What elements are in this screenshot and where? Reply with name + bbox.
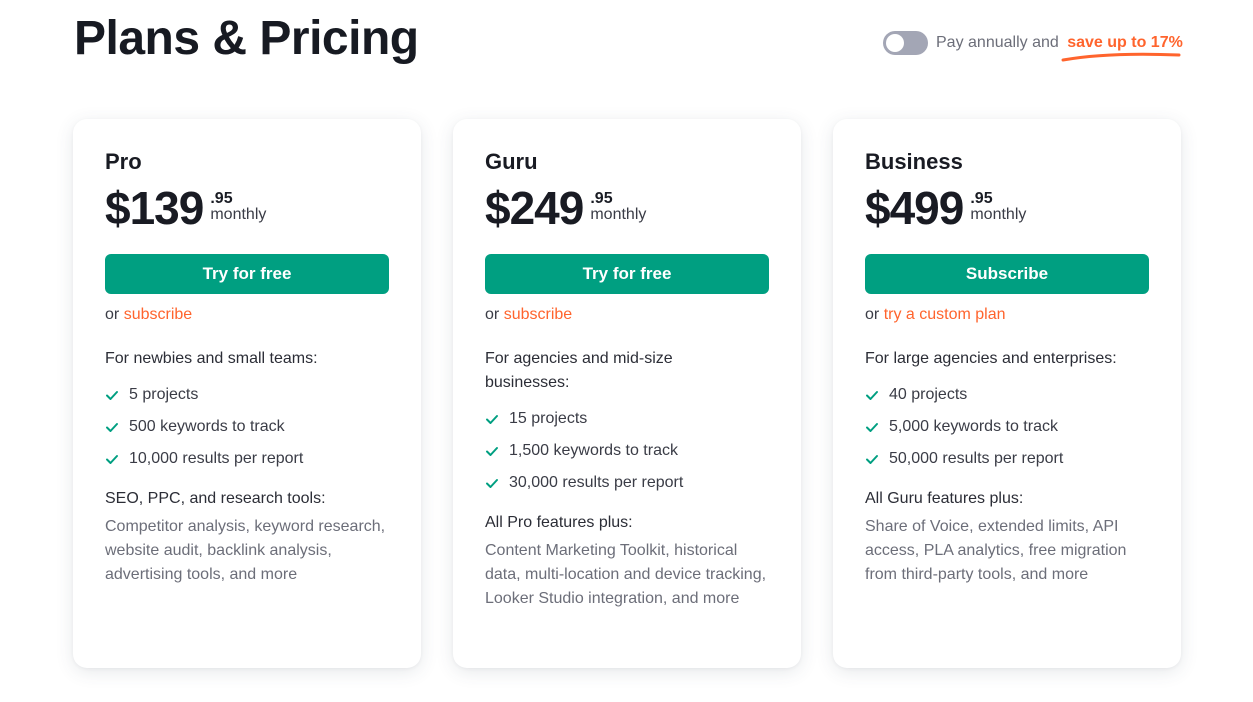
feature-item: 15 projects bbox=[485, 403, 769, 435]
alt-action-row: or subscribe bbox=[105, 304, 389, 326]
feature-group-description: Content Marketing Toolkit, historical da… bbox=[485, 542, 767, 607]
plan-cards: Pro $139 .95 monthly Try for free or sub… bbox=[73, 119, 1181, 668]
feature-item: 5,000 keywords to track bbox=[865, 411, 1149, 443]
feature-group-title: All Pro features plus: bbox=[485, 514, 633, 531]
feature-text: 50,000 results per report bbox=[889, 450, 1064, 467]
feature-group-title: All Guru features plus: bbox=[865, 490, 1024, 507]
price-cents: .95 bbox=[210, 190, 233, 207]
plan-card-business: Business $499 .95 monthly Subscribe or t… bbox=[833, 119, 1181, 668]
feature-text: 5,000 keywords to track bbox=[889, 418, 1058, 435]
feature-item: 10,000 results per report bbox=[105, 443, 389, 475]
feature-text: 30,000 results per report bbox=[509, 474, 684, 491]
feature-list: 5 projects 500 keywords to track 10,000 … bbox=[105, 379, 389, 475]
price-dollars: $249 bbox=[485, 182, 584, 234]
plan-card-guru: Guru $249 .95 monthly Try for free or su… bbox=[453, 119, 801, 668]
plan-audience: For agencies and mid-size businesses: bbox=[485, 350, 673, 391]
feature-text: 10,000 results per report bbox=[129, 450, 304, 467]
plan-audience: For large agencies and enterprises: bbox=[865, 350, 1117, 367]
check-icon bbox=[866, 391, 878, 400]
annual-billing-text: Pay annually and bbox=[936, 34, 1059, 51]
price-period: monthly bbox=[590, 206, 647, 223]
price-dollars: $499 bbox=[865, 182, 964, 234]
check-icon bbox=[106, 455, 118, 464]
price-period: monthly bbox=[970, 206, 1027, 223]
feature-list: 15 projects 1,500 keywords to track 30,0… bbox=[485, 403, 769, 499]
alt-prefix: or bbox=[865, 306, 880, 323]
annual-billing-toggle[interactable] bbox=[883, 31, 928, 55]
check-icon bbox=[866, 455, 878, 464]
alt-prefix: or bbox=[485, 306, 500, 323]
feature-item: 5 projects bbox=[105, 379, 389, 411]
custom-plan-link[interactable]: try a custom plan bbox=[884, 306, 1006, 323]
alt-prefix: or bbox=[105, 306, 120, 323]
subscribe-link[interactable]: subscribe bbox=[124, 306, 192, 323]
feature-list: 40 projects 5,000 keywords to track 50,0… bbox=[865, 379, 1149, 475]
check-icon bbox=[486, 479, 498, 488]
feature-item: 40 projects bbox=[865, 379, 1149, 411]
toggle-knob bbox=[886, 34, 904, 52]
feature-text: 1,500 keywords to track bbox=[509, 442, 678, 459]
feature-group-title: SEO, PPC, and research tools: bbox=[105, 490, 326, 507]
plan-price: $249 .95 monthly bbox=[485, 183, 769, 235]
price-cents: .95 bbox=[970, 190, 993, 207]
feature-text: 15 projects bbox=[509, 410, 588, 427]
check-icon bbox=[106, 423, 118, 432]
feature-text: 500 keywords to track bbox=[129, 418, 285, 435]
plan-name: Business bbox=[865, 149, 963, 174]
annual-billing-label: Pay annually and save up to 17% bbox=[936, 34, 1183, 62]
feature-item: 50,000 results per report bbox=[865, 443, 1149, 475]
subscribe-link[interactable]: subscribe bbox=[504, 306, 572, 323]
plan-price: $139 .95 monthly bbox=[105, 183, 389, 235]
check-icon bbox=[486, 447, 498, 456]
plan-price: $499 .95 monthly bbox=[865, 183, 1149, 235]
plan-card-pro: Pro $139 .95 monthly Try for free or sub… bbox=[73, 119, 421, 668]
price-details: .95 monthly bbox=[210, 191, 266, 223]
try-for-free-button[interactable]: Try for free bbox=[485, 254, 769, 294]
price-cents: .95 bbox=[590, 190, 613, 207]
annual-billing-toggle-row: Pay annually and save up to 17% bbox=[883, 30, 1183, 62]
plan-name: Guru bbox=[485, 149, 538, 174]
check-icon bbox=[866, 423, 878, 432]
savings-highlight: save up to 17% bbox=[1061, 34, 1183, 62]
price-details: .95 monthly bbox=[970, 191, 1026, 223]
feature-item: 1,500 keywords to track bbox=[485, 435, 769, 467]
try-for-free-button[interactable]: Try for free bbox=[105, 254, 389, 294]
feature-group-description: Competitor analysis, keyword research, w… bbox=[105, 518, 386, 583]
subscribe-button[interactable]: Subscribe bbox=[865, 254, 1149, 294]
price-details: .95 monthly bbox=[590, 191, 646, 223]
check-icon bbox=[106, 391, 118, 400]
underline-swoosh-icon bbox=[1061, 52, 1181, 62]
plan-name: Pro bbox=[105, 149, 142, 174]
savings-text: save up to 17% bbox=[1067, 34, 1183, 51]
alt-action-row: or subscribe bbox=[485, 304, 769, 326]
feature-text: 40 projects bbox=[889, 386, 968, 403]
price-period: monthly bbox=[210, 206, 267, 223]
page-title: Plans & Pricing bbox=[74, 12, 419, 65]
alt-action-row: or try a custom plan bbox=[865, 304, 1149, 326]
check-icon bbox=[486, 415, 498, 424]
feature-group-description: Share of Voice, extended limits, API acc… bbox=[865, 518, 1127, 583]
feature-text: 5 projects bbox=[129, 386, 199, 403]
price-dollars: $139 bbox=[105, 182, 204, 234]
feature-item: 500 keywords to track bbox=[105, 411, 389, 443]
plan-audience: For newbies and small teams: bbox=[105, 350, 318, 367]
feature-item: 30,000 results per report bbox=[485, 467, 769, 499]
